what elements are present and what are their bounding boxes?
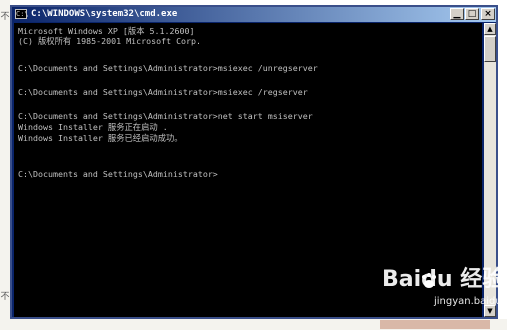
page-bottom-bar [380,320,490,329]
console-prompt: C:\Documents and Settings\Administrator> [18,169,218,179]
maximize-icon: □ [467,9,477,19]
window-title: C:\WINDOWS\system32\cmd.exe [31,9,178,19]
cmd-icon: C:\ [15,9,29,19]
console-line: C:\Documents and Settings\Administrator>… [18,63,318,73]
close-icon: × [484,9,492,19]
minimize-button[interactable]: ▁ [450,8,464,20]
left-page-strip [0,0,10,330]
baidu-paw-icon [422,273,436,288]
watermark-brand: Baidu 经验 [382,267,505,292]
watermark-site: jingyan.baidu.com [434,296,507,307]
left-page-char: 不 [0,12,10,22]
console-line: (C) 版权所有 1985-2001 Microsoft Corp. [18,36,202,46]
scroll-thumb[interactable] [484,36,496,62]
console-line: Windows Installer 服务已经启动成功。 [18,133,183,143]
baidu-watermark: Baidu 经验 jingyan.baidu.com [378,266,507,312]
close-button[interactable]: × [481,8,495,20]
title-bar[interactable]: C:\ C:\WINDOWS\system32\cmd.exe ▁ □ × [12,7,496,22]
console-line: C:\Documents and Settings\Administrator>… [18,111,313,121]
console-line: C:\Documents and Settings\Administrator>… [18,87,308,97]
minimize-icon: ▁ [453,9,461,19]
scroll-up-button[interactable]: ▲ [484,23,496,35]
console-line: Microsoft Windows XP [版本 5.1.2600] [18,26,195,36]
left-page-char: 不 [0,292,10,302]
console-line: Windows Installer 服务正在启动 . [18,122,168,132]
maximize-button[interactable]: □ [465,8,479,20]
arrow-up-icon: ▲ [487,25,493,33]
